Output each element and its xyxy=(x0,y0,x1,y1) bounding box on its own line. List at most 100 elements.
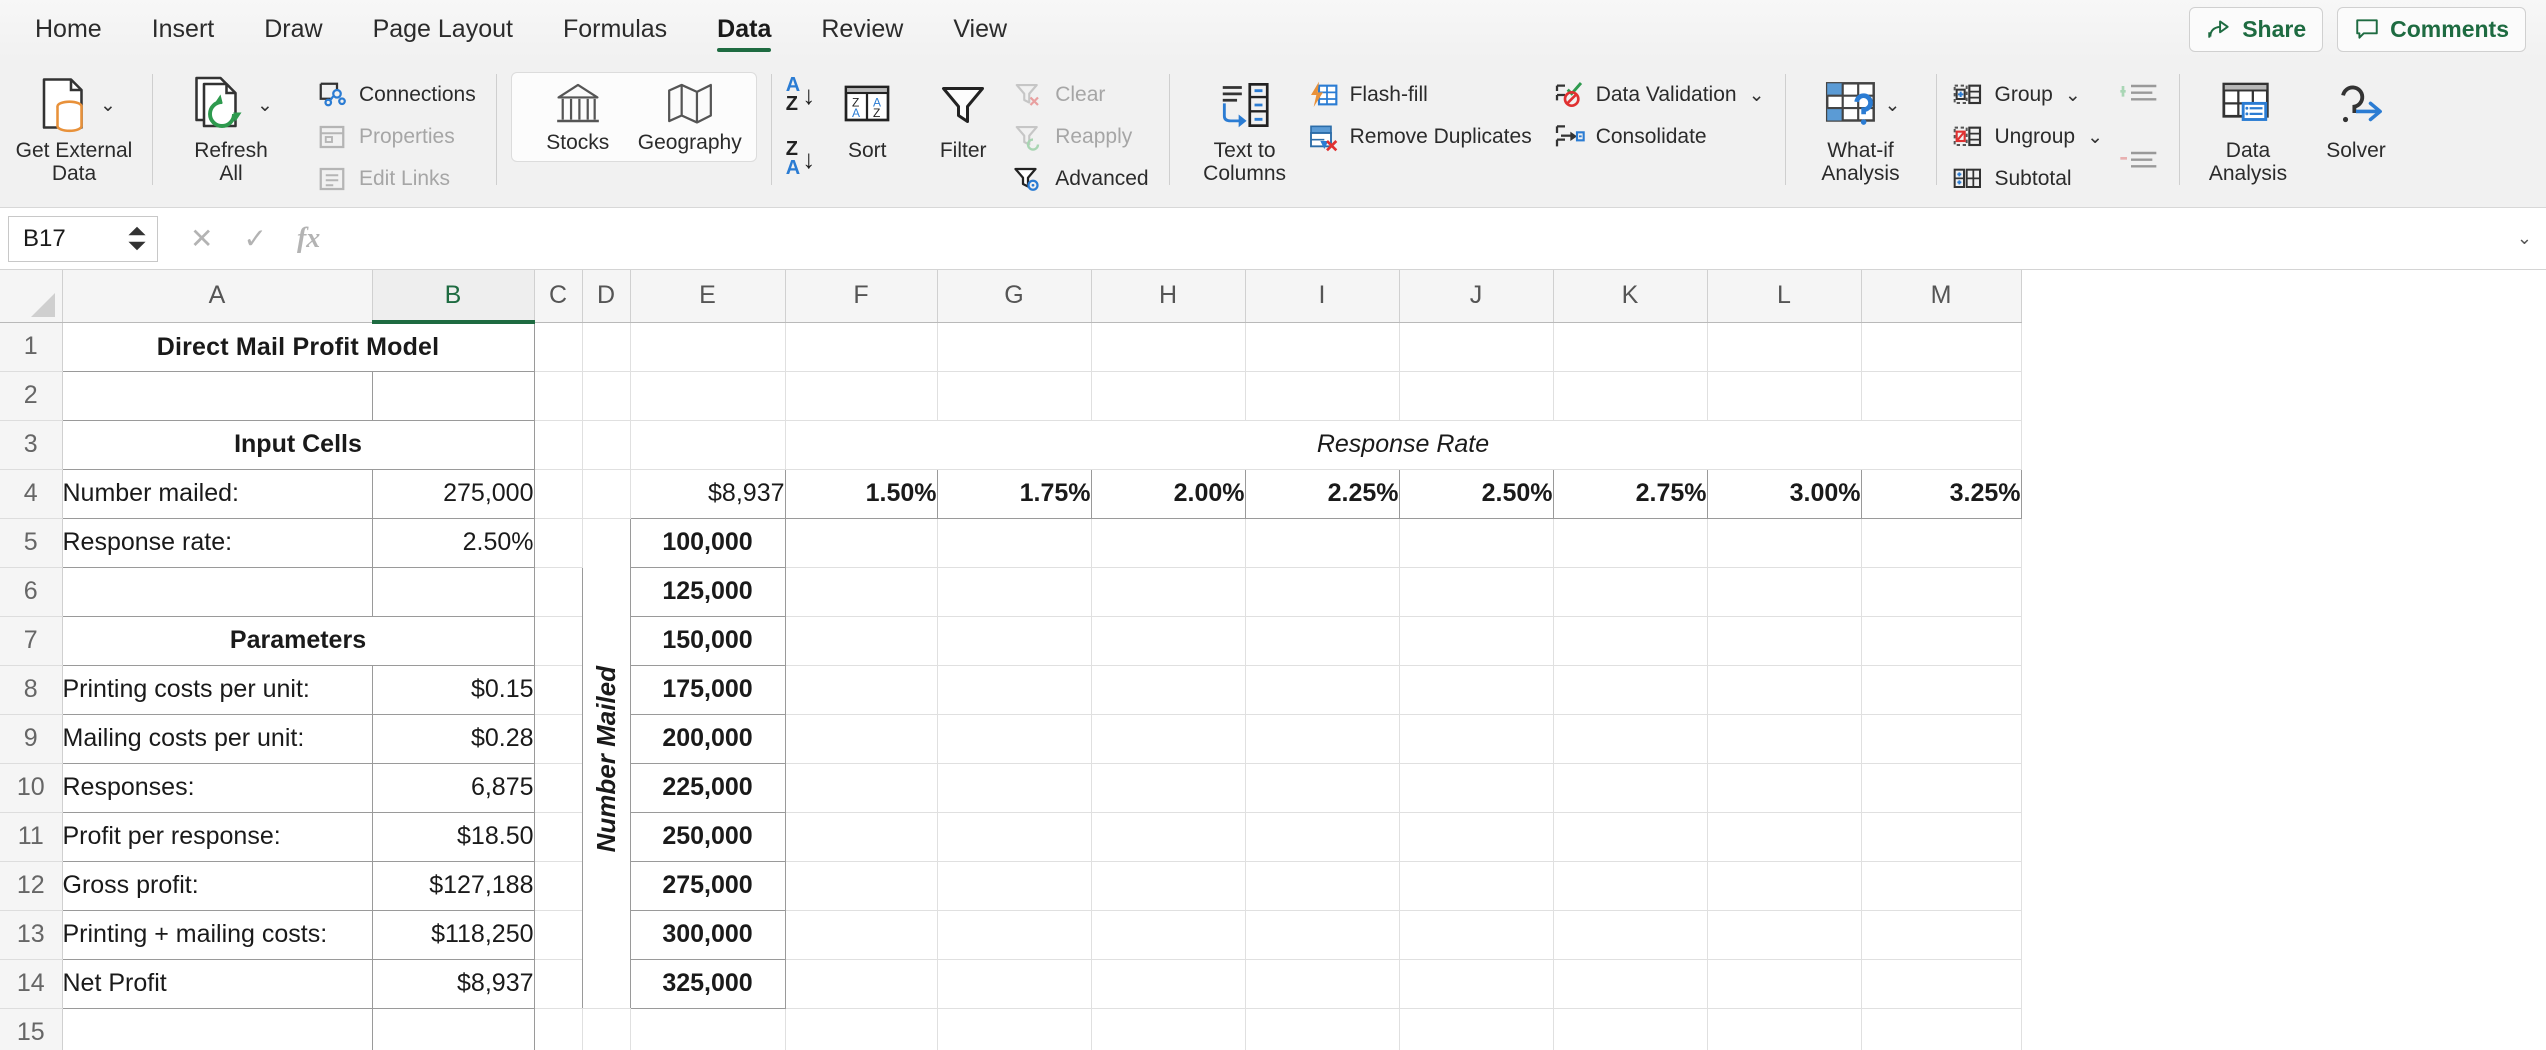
cell-H12[interactable] xyxy=(1091,861,1246,911)
chevron-down-icon[interactable]: ⌄ xyxy=(1749,84,1765,107)
cell-G9[interactable] xyxy=(937,714,1092,764)
cell-E2[interactable] xyxy=(630,371,786,421)
number-mailed-3[interactable]: 150,000 xyxy=(629,615,786,666)
number-mailed-1[interactable]: 100,000 xyxy=(629,517,786,568)
solver-button[interactable]: Solver xyxy=(2302,66,2410,163)
cell-F6[interactable] xyxy=(785,567,938,617)
cell-C6[interactable] xyxy=(534,567,583,617)
parameter-value-printing-mailing-costs[interactable]: $118,250 xyxy=(371,909,535,960)
cell-F9[interactable] xyxy=(785,714,938,764)
row-header-9[interactable]: 9 xyxy=(0,714,63,764)
cell-C5[interactable] xyxy=(534,518,583,568)
column-header-J[interactable]: J xyxy=(1399,270,1554,323)
cell-L15[interactable] xyxy=(1707,1008,1862,1050)
row-header-2[interactable]: 2 xyxy=(0,371,63,421)
cell-I14[interactable] xyxy=(1245,959,1400,1009)
clear-filter-button[interactable]: Clear xyxy=(1011,78,1154,112)
cell-F7[interactable] xyxy=(785,616,938,666)
tab-insert[interactable]: Insert xyxy=(127,0,240,58)
data-analysis-button[interactable]: Data Analysis xyxy=(2194,66,2302,185)
cell-K2[interactable] xyxy=(1553,371,1708,421)
input-value-response-rate[interactable]: 2.50% xyxy=(371,517,535,568)
cell-K8[interactable] xyxy=(1553,665,1708,715)
cell-G14[interactable] xyxy=(937,959,1092,1009)
cell-F2[interactable] xyxy=(785,371,938,421)
chevron-down-icon[interactable]: ⌄ xyxy=(100,94,116,117)
number-mailed-7[interactable]: 250,000 xyxy=(629,811,786,862)
hide-detail-button[interactable] xyxy=(2119,146,2159,181)
number-mailed-10[interactable]: 325,000 xyxy=(629,958,786,1009)
text-to-columns-button[interactable]: Text to Columns xyxy=(1184,66,1306,185)
cell-I8[interactable] xyxy=(1245,665,1400,715)
cell-C3[interactable] xyxy=(534,420,583,470)
number-mailed-2[interactable]: 125,000 xyxy=(629,566,786,617)
cell-M6[interactable] xyxy=(1861,567,2022,617)
cell-L1[interactable] xyxy=(1707,322,1862,372)
cell-M2[interactable] xyxy=(1861,371,2022,421)
cell-I2[interactable] xyxy=(1245,371,1400,421)
parameter-label-printing-costs[interactable]: Printing costs per unit: xyxy=(61,664,373,715)
cell-K7[interactable] xyxy=(1553,616,1708,666)
name-box-spinner[interactable] xyxy=(127,225,147,252)
response-rate-header-2[interactable]: 1.75% xyxy=(936,468,1092,519)
cell-I7[interactable] xyxy=(1245,616,1400,666)
column-header-M[interactable]: M xyxy=(1861,270,2022,323)
data-validation-button[interactable]: Data Validation ⌄ xyxy=(1552,78,1771,112)
cell-I5[interactable] xyxy=(1245,518,1400,568)
row-header-1[interactable]: 1 xyxy=(0,322,63,372)
cell-G5[interactable] xyxy=(937,518,1092,568)
tab-view[interactable]: View xyxy=(928,0,1032,58)
get-external-data-button[interactable]: ⌄ Get External Data xyxy=(10,66,138,185)
column-header-D[interactable]: D xyxy=(582,270,631,323)
cell-G11[interactable] xyxy=(937,812,1092,862)
parameter-value-gross-profit[interactable]: $127,188 xyxy=(371,860,535,911)
cell-K1[interactable] xyxy=(1553,322,1708,372)
column-header-H[interactable]: H xyxy=(1091,270,1246,323)
response-rate-header-8[interactable]: 3.25% xyxy=(1860,468,2022,519)
parameter-label-net-profit[interactable]: Net Profit xyxy=(61,958,373,1009)
row-header-10[interactable]: 10 xyxy=(0,763,63,813)
cell-G6[interactable] xyxy=(937,567,1092,617)
tab-data[interactable]: Data xyxy=(692,0,796,58)
cell-J5[interactable] xyxy=(1399,518,1554,568)
cell-J13[interactable] xyxy=(1399,910,1554,960)
cell-H13[interactable] xyxy=(1091,910,1246,960)
number-mailed-6[interactable]: 225,000 xyxy=(629,762,786,813)
row-header-6[interactable]: 6 xyxy=(0,567,63,617)
name-box[interactable]: B17 xyxy=(8,215,158,262)
connections-button[interactable]: Connections xyxy=(315,78,482,112)
cell-M11[interactable] xyxy=(1861,812,2022,862)
row-header-5[interactable]: 5 xyxy=(0,518,63,568)
cell-H6[interactable] xyxy=(1091,567,1246,617)
cell-K6[interactable] xyxy=(1553,567,1708,617)
column-header-G[interactable]: G xyxy=(937,270,1092,323)
row-header-12[interactable]: 12 xyxy=(0,861,63,911)
cell-F11[interactable] xyxy=(785,812,938,862)
cell-M13[interactable] xyxy=(1861,910,2022,960)
cell-I10[interactable] xyxy=(1245,763,1400,813)
cell-D3[interactable] xyxy=(582,420,631,470)
cell-I6[interactable] xyxy=(1245,567,1400,617)
cell-C4[interactable] xyxy=(534,469,583,519)
advanced-filter-button[interactable]: Advanced xyxy=(1011,162,1154,196)
subtotal-button[interactable]: Subtotal xyxy=(1951,162,2109,196)
cell-F14[interactable] xyxy=(785,959,938,1009)
cell-K13[interactable] xyxy=(1553,910,1708,960)
geography-button[interactable]: Geography xyxy=(634,77,746,155)
parameter-value-profit-per-response[interactable]: $18.50 xyxy=(371,811,535,862)
parameter-label-mailing-costs[interactable]: Mailing costs per unit: xyxy=(61,713,373,764)
cell-L12[interactable] xyxy=(1707,861,1862,911)
input-cells-header[interactable]: Input Cells xyxy=(61,419,535,470)
cell-I15[interactable] xyxy=(1245,1008,1400,1050)
parameter-value-net-profit[interactable]: $8,937 xyxy=(371,958,535,1009)
number-mailed-5[interactable]: 200,000 xyxy=(629,713,786,764)
show-detail-button[interactable] xyxy=(2119,79,2159,114)
cell-J6[interactable] xyxy=(1399,567,1554,617)
cell-F12[interactable] xyxy=(785,861,938,911)
column-header-I[interactable]: I xyxy=(1245,270,1400,323)
cell-D1[interactable] xyxy=(582,322,631,372)
cell-M9[interactable] xyxy=(1861,714,2022,764)
parameters-header[interactable]: Parameters xyxy=(61,615,535,666)
row-header-3[interactable]: 3 xyxy=(0,420,63,470)
cell-L10[interactable] xyxy=(1707,763,1862,813)
